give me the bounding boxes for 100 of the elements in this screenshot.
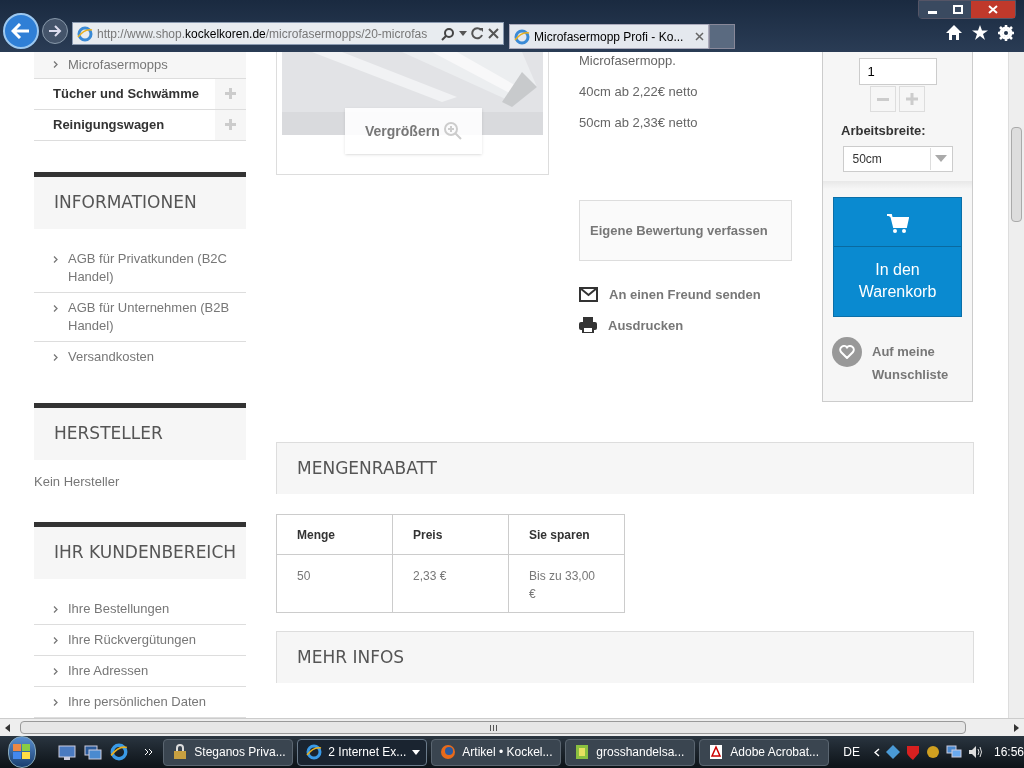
- column-header: Sie sparen: [508, 514, 625, 555]
- chevron-icon: [53, 255, 58, 263]
- price-text: 40cm ab 2,22€ netto: [579, 85, 699, 99]
- action-link[interactable]: An einen Freund senden: [609, 285, 761, 305]
- forward-arrow-icon: [48, 25, 62, 37]
- back-arrow-icon: [11, 23, 31, 39]
- dropdown-icon[interactable]: [412, 749, 421, 755]
- lock-icon: [172, 744, 189, 760]
- action-link[interactable]: Ausdrucken: [608, 315, 684, 335]
- add-to-cart-button[interactable]: In den Warenkorb: [833, 196, 962, 317]
- column-header: Preis: [392, 514, 509, 555]
- language-indicator[interactable]: DE: [843, 743, 860, 761]
- block-title: INFORMATIONEN: [54, 190, 197, 214]
- scroll-right-icon[interactable]: [1012, 723, 1020, 732]
- info-link[interactable]: AGB für Unternehmen (B2B Handel): [68, 298, 238, 335]
- back-button[interactable]: [3, 13, 39, 49]
- scroll-thumb[interactable]: [20, 721, 966, 734]
- scroll-left-icon[interactable]: [4, 723, 12, 732]
- cart-icon: [886, 213, 909, 234]
- info-link[interactable]: Versandkosten: [68, 347, 154, 366]
- plus-icon: [906, 93, 918, 105]
- horizontal-scrollbar[interactable]: [0, 718, 1024, 736]
- category-link[interactable]: Tücher und Schwämme: [53, 83, 215, 104]
- zoom-in-icon: [443, 122, 462, 140]
- search-icon[interactable]: [441, 26, 455, 41]
- url-text: http://www.shop.kockelkoren.de/microfasermopps/20-microfas: [97, 25, 429, 43]
- field-label: Arbeitsbreite:: [841, 122, 926, 140]
- browser-logo-icon: [514, 28, 530, 45]
- price-text: Microfasermopp.: [579, 54, 677, 68]
- settings-icon[interactable]: [998, 25, 1014, 41]
- column-header: Menge: [276, 514, 393, 555]
- wishlist-link[interactable]: Auf meine Wunschliste: [832, 336, 962, 386]
- shield-icon[interactable]: [905, 744, 920, 760]
- tray-chevron-icon[interactable]: [873, 747, 880, 757]
- browser-tab[interactable]: Microfasermopp Profi - Ko...: [509, 24, 709, 49]
- refresh-icon[interactable]: [471, 27, 484, 40]
- taskbar-button[interactable]: Steganos Priva...: [163, 738, 294, 766]
- chevron-icon: [53, 606, 58, 613]
- document-icon: [708, 744, 725, 760]
- start-button[interactable]: [8, 736, 37, 768]
- chevron-icon: [53, 304, 58, 312]
- tab-title: Microfasermopp Profi - Ko...: [534, 28, 685, 46]
- monitor-icon[interactable]: [58, 744, 77, 760]
- width-select[interactable]: 50cm: [842, 145, 953, 172]
- info-link[interactable]: Ihre Bestellungen: [68, 600, 170, 618]
- block-title: HERSTELLER: [54, 421, 163, 445]
- review-button[interactable]: Eigene Bewertung verfassen: [579, 200, 792, 261]
- table-cell: Bis zu 33,00 €: [508, 554, 625, 613]
- network-icon[interactable]: [945, 745, 962, 759]
- section-title: MENGENRABATT: [297, 456, 437, 480]
- star-icon[interactable]: [972, 25, 988, 40]
- address-bar[interactable]: http://www.shop.kockelkoren.de/microfasermopps/20-microfas: [72, 22, 504, 45]
- section-title: MEHR INFOS: [297, 645, 405, 669]
- taskbar-button[interactable]: grosshandelsa...: [565, 738, 696, 766]
- price-text: 50cm ab 2,33€ netto: [579, 116, 699, 130]
- table-cell: 2,33 €: [392, 554, 509, 613]
- overflow-chevron-icon[interactable]: [144, 748, 154, 756]
- printer-icon: [579, 317, 597, 334]
- chevron-icon: [53, 353, 58, 361]
- envelope-icon: [579, 287, 598, 303]
- info-link[interactable]: Ihre Adressen: [68, 662, 149, 680]
- info-link[interactable]: Ihre Rückvergütungen: [68, 631, 196, 649]
- block-title: IHR KUNDENBEREICH: [54, 541, 237, 565]
- quantity-field[interactable]: 1: [858, 58, 937, 85]
- speaker-icon[interactable]: [967, 745, 984, 759]
- browser-logo-icon: [306, 744, 323, 760]
- spreadsheet-icon: [574, 744, 591, 760]
- home-icon[interactable]: [946, 25, 962, 40]
- windows-logo-icon: [13, 744, 32, 760]
- forward-button[interactable]: [42, 18, 68, 44]
- tray-app-icon[interactable]: [925, 745, 940, 759]
- chevron-icon: [53, 61, 58, 69]
- taskbar-button[interactable]: Adobe Acrobat...: [699, 738, 830, 766]
- close-icon: [988, 5, 998, 14]
- vertical-scrollbar[interactable]: [1008, 52, 1024, 718]
- chevron-icon: [53, 699, 58, 706]
- windows-switch-icon[interactable]: [84, 744, 103, 760]
- info-link[interactable]: Ihre persönlichen Daten: [68, 693, 207, 711]
- enlarge-button[interactable]: Vergrößern: [345, 108, 482, 154]
- dropdown-icon[interactable]: [459, 30, 467, 37]
- info-link[interactable]: AGB für Privatkunden (B2C Handel): [68, 249, 238, 286]
- close-icon[interactable]: [695, 32, 704, 41]
- taskbar-button[interactable]: 2 Internet Ex...: [297, 738, 428, 766]
- table-cell: 50: [276, 554, 393, 613]
- close-icon[interactable]: [488, 28, 499, 39]
- fox-globe-icon: [440, 744, 457, 760]
- minus-icon: [877, 97, 889, 101]
- clock-text: 16:56: [993, 744, 1024, 761]
- taskbar-button[interactable]: Artikel • Kockel...: [431, 738, 562, 766]
- chevron-icon: [53, 668, 58, 675]
- category-link[interactable]: Reinigungswagen: [53, 114, 215, 135]
- browser-logo-icon[interactable]: [110, 743, 129, 761]
- chevron-icon: [53, 637, 58, 644]
- browser-logo-icon: [77, 25, 93, 42]
- restore-button[interactable]: [945, 1, 971, 18]
- minimize-button[interactable]: [919, 1, 945, 18]
- scroll-thumb[interactable]: [1011, 127, 1022, 222]
- manufacturer-text: Kein Hersteller: [34, 472, 121, 491]
- tray-app-icon[interactable]: [885, 745, 900, 759]
- close-button[interactable]: [971, 1, 1015, 18]
